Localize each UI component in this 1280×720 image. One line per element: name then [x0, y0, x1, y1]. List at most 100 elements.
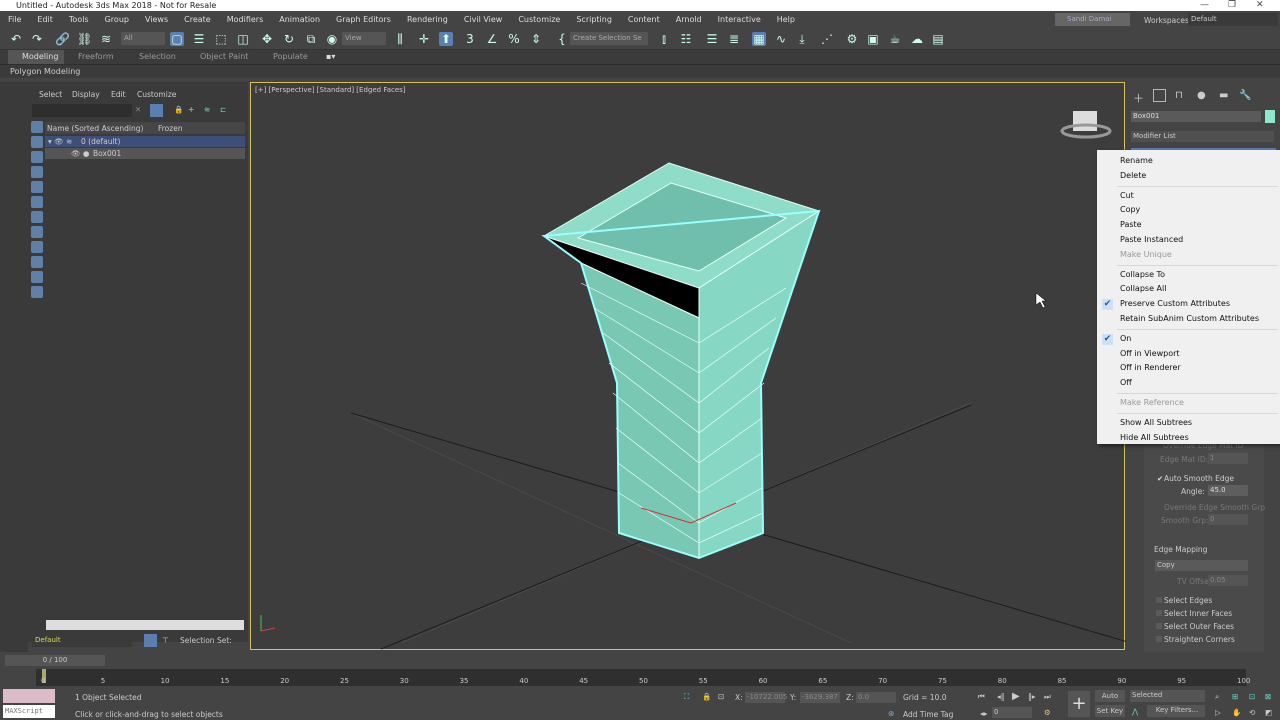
scale-icon[interactable]: ⧉: [304, 32, 318, 46]
override-smooth-checkbox[interactable]: Override Edge Smooth Grp: [1164, 503, 1265, 512]
pan-icon[interactable]: ✋: [1232, 708, 1241, 717]
maximize-button[interactable]: ❐: [1228, 0, 1236, 11]
menu-rendering[interactable]: Rendering: [399, 15, 456, 24]
hierarchy-sort-icon[interactable]: ⊤: [162, 636, 169, 645]
percent-snap-icon[interactable]: %: [507, 32, 521, 46]
tool-icon[interactable]: [31, 181, 43, 193]
select-inner-faces-checkbox[interactable]: Select Inner Faces: [1164, 609, 1232, 618]
scene-menu-edit[interactable]: Edit: [111, 90, 126, 99]
field-of-view-icon[interactable]: ▷: [1215, 708, 1221, 717]
go-to-start-icon[interactable]: ⏮: [978, 692, 985, 702]
spinner-snap-icon[interactable]: ⇕: [529, 32, 543, 46]
maxscript-listener-output[interactable]: [3, 689, 55, 703]
time-configuration-icon[interactable]: ⚙: [1044, 708, 1051, 717]
zoom-all-icon[interactable]: ⊞: [1232, 692, 1238, 701]
default-in-out-tangents-icon[interactable]: ⋀: [1132, 707, 1138, 716]
tab-selection[interactable]: Selection: [139, 52, 176, 61]
rectangle-selection-icon[interactable]: ⬚: [214, 32, 228, 46]
edge-mapping-dropdown[interactable]: Copy: [1155, 560, 1248, 571]
ribbon-options-icon[interactable]: ▪▾: [326, 52, 335, 61]
menu-content[interactable]: Content: [620, 15, 668, 24]
object-color-swatch[interactable]: [1265, 110, 1275, 123]
selection-lock-icon[interactable]: 🔒: [702, 692, 711, 701]
context-menu-item-off[interactable]: Off: [1120, 378, 1132, 387]
angle-snap-icon[interactable]: ∠: [485, 32, 499, 46]
edit-named-selection-icon[interactable]: {: [555, 32, 569, 46]
time-slider[interactable]: 0 / 100: [5, 655, 105, 666]
column-frozen-header[interactable]: Frozen: [158, 124, 183, 133]
display-tab-icon[interactable]: ▬: [1219, 90, 1228, 101]
add-time-tag-button[interactable]: Add Time Tag: [903, 710, 953, 719]
keyboard-shortcut-override-icon[interactable]: ⬆: [439, 32, 453, 46]
menu-views[interactable]: Views: [137, 15, 176, 24]
previous-frame-icon[interactable]: ◂‖: [997, 692, 1005, 701]
tool-icon[interactable]: [31, 211, 43, 223]
absolute-mode-icon[interactable]: ⊡: [718, 692, 724, 701]
go-to-end-icon[interactable]: ⏭: [1044, 692, 1051, 702]
render-setup-icon[interactable]: ⚙: [845, 32, 859, 46]
layer-dropdown[interactable]: Default: [32, 634, 132, 647]
tab-populate[interactable]: Populate: [273, 52, 308, 61]
scene-explorer-icon[interactable]: ☰: [705, 32, 719, 46]
tool-icon[interactable]: [31, 256, 43, 268]
scene-search-input[interactable]: [32, 104, 132, 117]
rotate-icon[interactable]: ↻: [282, 32, 296, 46]
angle-spinner[interactable]: 45.0: [1208, 485, 1248, 496]
menu-customize[interactable]: Customize: [510, 15, 568, 24]
edge-mat-id-spinner[interactable]: 1: [1208, 453, 1248, 464]
menu-arnold[interactable]: Arnold: [668, 15, 710, 24]
lock-icon[interactable]: 🔒: [174, 105, 183, 114]
utilities-tab-icon[interactable]: 🔧: [1239, 90, 1251, 101]
link-icon[interactable]: 🔗: [55, 32, 70, 46]
hierarchy-tab-icon[interactable]: ⊓: [1175, 90, 1183, 101]
next-frame-icon[interactable]: ‖▸: [1028, 692, 1036, 701]
clear-search-icon[interactable]: ✕: [135, 105, 141, 114]
context-menu-item-on[interactable]: On: [1120, 334, 1131, 343]
workspace-dropdown[interactable]: Default: [1188, 13, 1278, 26]
menu-modifiers[interactable]: Modifiers: [219, 15, 272, 24]
sort-by-layer-icon[interactable]: [144, 634, 157, 647]
tree-row-box001[interactable]: 👁 ● Box001: [45, 148, 245, 159]
tool-icon[interactable]: [31, 286, 43, 298]
layer-explorer-icon[interactable]: ≣: [727, 32, 741, 46]
menu-civil-view[interactable]: Civil View: [456, 15, 511, 24]
snaps-toggle-icon[interactable]: 3: [463, 32, 477, 46]
context-menu-item-hide-all-subtrees[interactable]: Hide All Subtrees: [1120, 433, 1189, 442]
curve-editor-icon[interactable]: ∿: [774, 32, 788, 46]
tree-row-default-layer[interactable]: ▾ 👁 ≋ 0 (default): [45, 136, 245, 147]
current-frame-field[interactable]: 0: [992, 707, 1032, 718]
select-outer-faces-checkbox[interactable]: Select Outer Faces: [1164, 622, 1234, 631]
tab-freeform[interactable]: Freeform: [78, 52, 114, 61]
select-manipulate-icon[interactable]: ✛: [417, 32, 431, 46]
auto-key-button[interactable]: Auto Key: [1095, 690, 1125, 712]
perspective-viewport[interactable]: [+] [Perspective] [Standard] [Edged Face…: [250, 82, 1126, 650]
column-name-header[interactable]: Name (Sorted Ascending): [47, 124, 143, 133]
tool-icon[interactable]: [31, 196, 43, 208]
horizontal-scrollbar[interactable]: [46, 620, 244, 630]
undo-icon[interactable]: ↶: [9, 32, 23, 46]
select-by-name-icon[interactable]: ☰: [192, 32, 206, 46]
key-mode-dropdown[interactable]: Selected: [1130, 690, 1205, 702]
minimize-button[interactable]: —: [1200, 0, 1209, 11]
layers-icon[interactable]: ≋: [204, 105, 210, 114]
tool-icon[interactable]: [31, 151, 43, 163]
menu-edit[interactable]: Edit: [29, 15, 61, 24]
named-selection-set-dropdown[interactable]: Create Selection Se: [570, 32, 648, 45]
select-object-icon[interactable]: ▢: [170, 32, 184, 46]
context-menu-item-copy[interactable]: Copy: [1120, 205, 1140, 214]
scene-menu-customize[interactable]: Customize: [137, 90, 176, 99]
move-icon[interactable]: ✥: [260, 32, 274, 46]
scene-menu-select[interactable]: Select: [39, 90, 62, 99]
tv-offset-spinner[interactable]: 0.05: [1208, 575, 1248, 586]
menu-graph-editors[interactable]: Graph Editors: [328, 15, 399, 24]
context-menu-item-collapse-to[interactable]: Collapse To: [1120, 270, 1165, 279]
maximize-viewport-icon[interactable]: ◩: [1265, 708, 1272, 717]
mirror-icon[interactable]: ⫾: [657, 32, 671, 46]
rendered-frame-window-icon[interactable]: ▣: [866, 32, 880, 46]
auto-smooth-edge-checkbox[interactable]: Auto Smooth Edge: [1164, 474, 1234, 483]
tool-icon[interactable]: [31, 136, 43, 148]
key-filters-button[interactable]: Key Filters...: [1147, 705, 1205, 717]
context-menu-item-show-all-subtrees[interactable]: Show All Subtrees: [1120, 418, 1192, 427]
context-menu-item-collapse-all[interactable]: Collapse All: [1120, 284, 1166, 293]
context-menu-item-paste[interactable]: Paste: [1120, 220, 1142, 229]
